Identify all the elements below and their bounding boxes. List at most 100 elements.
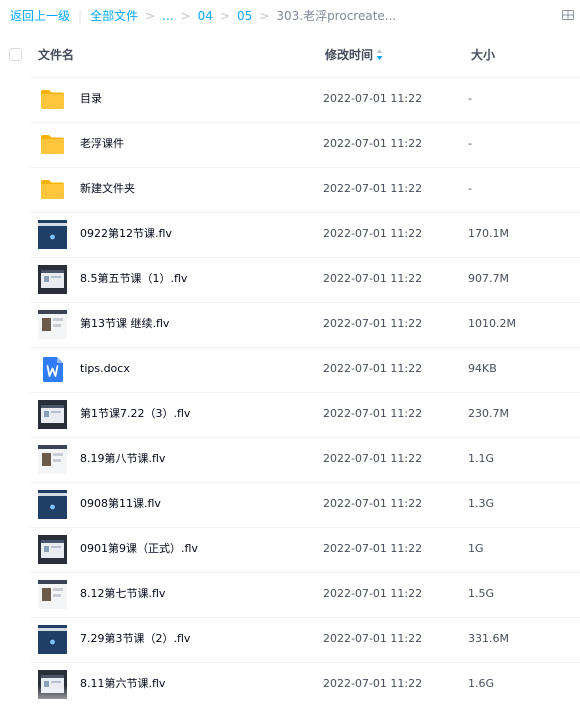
video-thumbnail[interactable] [38,310,67,339]
file-size: 1.6G [468,677,495,690]
back-link[interactable]: 返回上一级 [10,8,70,24]
row-divider [30,527,580,528]
video-thumbnail[interactable] [38,535,67,564]
file-row[interactable]: 0901第9课（正式）.flv 2022-07-01 11:22 1G [30,527,580,572]
file-name[interactable]: 第1节课7.22（3）.flv [80,407,190,421]
file-size: - [468,182,472,195]
file-name[interactable]: 目录 [80,92,102,106]
table-header: 文件名 修改时间 大小 [0,32,580,76]
breadcrumb-item-05[interactable]: 05 [237,8,252,24]
file-modified-time: 2022-07-01 11:22 [323,92,423,105]
breadcrumb-ellipsis[interactable]: ... [162,8,173,24]
video-thumbnail[interactable] [38,490,67,519]
file-name[interactable]: 8.11第六节课.flv [80,677,165,691]
file-row[interactable]: 8.11第六节课.flv 2022-07-01 11:22 1.6G [30,662,580,707]
file-size: - [468,92,472,105]
file-modified-time: 2022-07-01 11:22 [323,137,423,150]
file-modified-time: 2022-07-01 11:22 [323,272,423,285]
row-divider [30,257,580,258]
file-modified-time: 2022-07-01 11:22 [323,362,423,375]
column-header-name[interactable]: 文件名 [38,48,74,62]
word-doc-icon[interactable] [38,355,67,384]
column-header-modified[interactable]: 修改时间 [325,48,373,62]
folder-icon[interactable] [38,130,67,159]
file-modified-time: 2022-07-01 11:22 [323,407,423,420]
file-name[interactable]: 7.29第3节课（2）.flv [80,632,190,646]
chevron-right-icon: > [180,9,191,23]
file-row[interactable]: 第13节课 继续.flv 2022-07-01 11:22 1010.2M [30,302,580,347]
file-size: 1.5G [468,587,495,600]
file-name[interactable]: 老浮课件 [80,137,124,151]
file-size: 907.7M [468,272,509,285]
row-divider [30,662,580,663]
file-modified-time: 2022-07-01 11:22 [323,677,423,690]
video-thumbnail[interactable] [38,445,67,474]
row-divider [30,482,580,483]
file-name[interactable]: 0922第12节课.flv [80,227,172,241]
video-thumbnail[interactable] [38,580,67,609]
file-name[interactable]: 第13节课 继续.flv [80,317,169,331]
file-modified-time: 2022-07-01 11:22 [323,542,423,555]
file-size: 94KB [468,362,497,375]
row-divider [30,392,580,393]
file-size: 170.1M [468,227,509,240]
file-row[interactable]: 8.12第七节课.flv 2022-07-01 11:22 1.5G [30,572,580,617]
file-name[interactable]: 新建文件夹 [80,182,135,196]
file-row[interactable]: tips.docx 2022-07-01 11:22 94KB [30,347,580,392]
file-row[interactable]: 8.5第五节课（1）.flv 2022-07-01 11:22 907.7M [30,257,580,302]
row-divider [30,167,580,168]
row-divider [30,347,580,348]
file-name[interactable]: 0908第11课.flv [80,497,161,511]
file-modified-time: 2022-07-01 11:22 [323,632,423,645]
file-name[interactable]: 0901第9课（正式）.flv [80,542,198,556]
file-name[interactable]: 8.19第八节课.flv [80,452,165,466]
file-name[interactable]: tips.docx [80,362,130,376]
file-row[interactable]: 0922第12节课.flv 2022-07-01 11:22 170.1M [30,212,580,257]
breadcrumb: 返回上一级 | 全部文件 > ... > 04 > 05 > 303.老浮pro… [10,8,396,24]
row-divider [30,122,580,123]
sort-icon[interactable] [376,48,383,61]
file-size: 1.1G [468,452,495,465]
video-thumbnail[interactable] [38,670,67,699]
file-row[interactable]: 新建文件夹 2022-07-01 11:22 - [30,167,580,212]
row-divider [30,212,580,213]
file-row[interactable]: 7.29第3节课（2）.flv 2022-07-01 11:22 331.6M [30,617,580,662]
file-name[interactable]: 8.5第五节课（1）.flv [80,272,187,286]
file-size: 1G [468,542,484,555]
column-header-size[interactable]: 大小 [471,48,495,62]
file-modified-time: 2022-07-01 11:22 [323,182,423,195]
video-thumbnail[interactable] [38,400,67,429]
chevron-right-icon: > [259,9,270,23]
file-modified-time: 2022-07-01 11:22 [323,587,423,600]
chevron-right-icon: > [219,9,230,23]
file-row[interactable]: 目录 2022-07-01 11:22 - [30,77,580,122]
folder-icon[interactable] [38,85,67,114]
video-thumbnail[interactable] [38,265,67,294]
file-size: - [468,137,472,150]
video-thumbnail[interactable] [38,625,67,654]
file-name[interactable]: 8.12第七节课.flv [80,587,165,601]
breadcrumb-root[interactable]: 全部文件 [90,8,138,24]
file-size: 230.7M [468,407,509,420]
row-divider [30,302,580,303]
file-row[interactable]: 8.19第八节课.flv 2022-07-01 11:22 1.1G [30,437,580,482]
file-row[interactable]: 0908第11课.flv 2022-07-01 11:22 1.3G [30,482,580,527]
chevron-right-icon: > [145,9,156,23]
video-thumbnail[interactable] [38,220,67,249]
breadcrumb-divider: | [78,9,83,23]
file-modified-time: 2022-07-01 11:22 [323,317,423,330]
file-modified-time: 2022-07-01 11:22 [323,227,423,240]
select-all-checkbox[interactable] [9,48,22,61]
breadcrumb-item-04[interactable]: 04 [198,8,213,24]
file-modified-time: 2022-07-01 11:22 [323,497,423,510]
folder-icon[interactable] [38,175,67,204]
file-size: 331.6M [468,632,509,645]
row-divider [30,572,580,573]
file-size: 1.3G [468,497,495,510]
file-row[interactable]: 第1节课7.22（3）.flv 2022-07-01 11:22 230.7M [30,392,580,437]
grid-view-icon[interactable] [562,10,574,20]
row-divider [30,437,580,438]
breadcrumb-current: 303.老浮procreate... [276,9,397,23]
file-row[interactable]: 老浮课件 2022-07-01 11:22 - [30,122,580,167]
row-divider [30,617,580,618]
